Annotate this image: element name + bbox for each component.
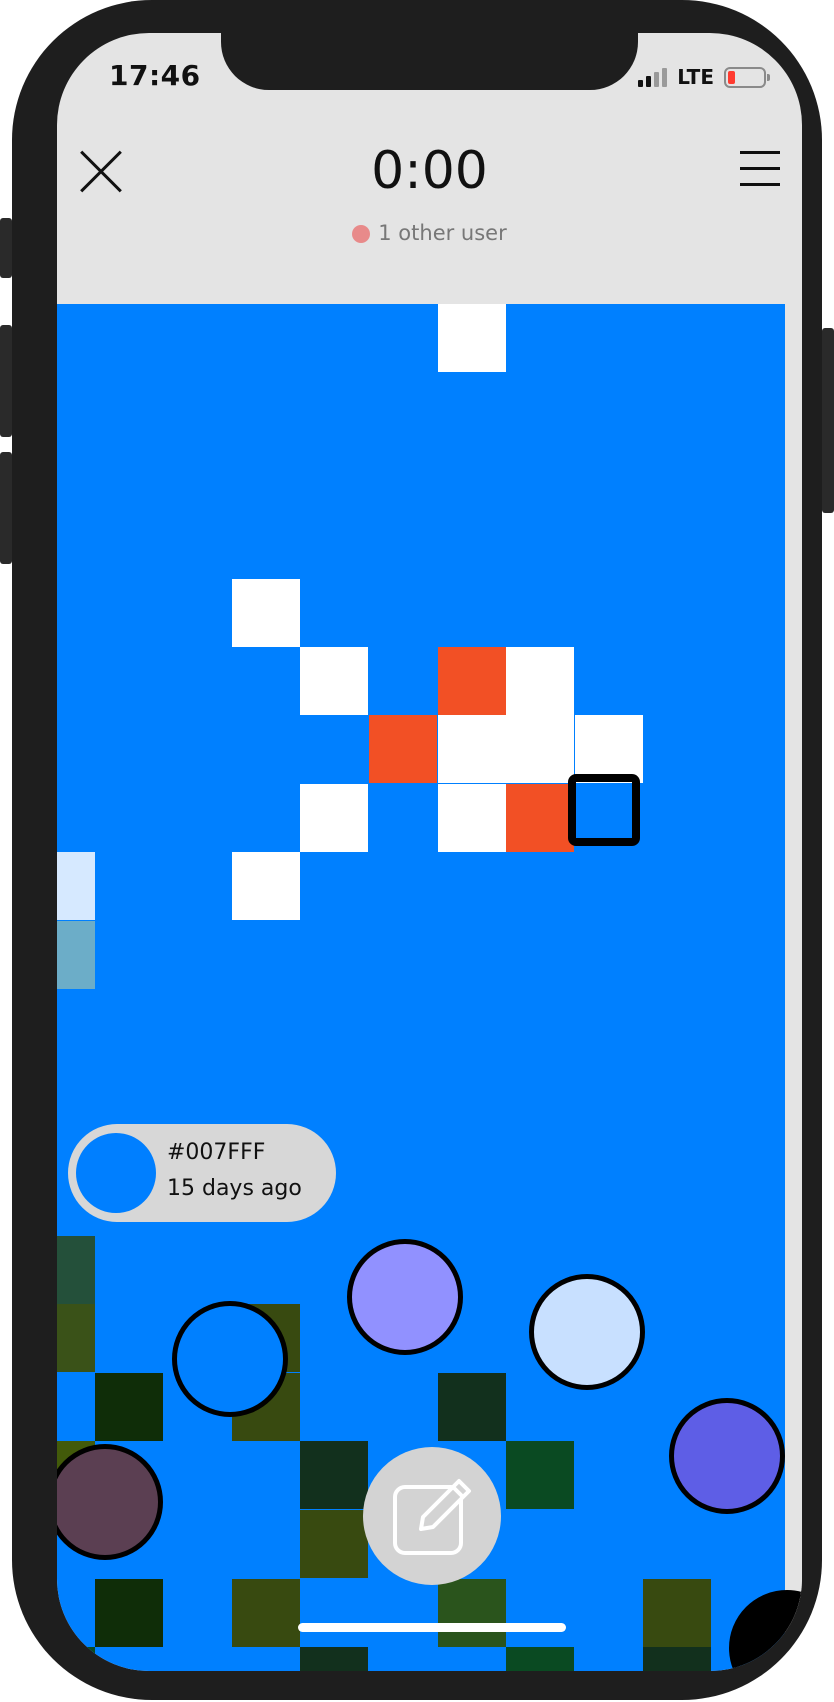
volume-down-button [0, 452, 12, 564]
pixel[interactable] [232, 1579, 300, 1647]
edit-pencil-icon [393, 1479, 471, 1555]
palette-color-lavender[interactable] [347, 1239, 463, 1355]
online-users-label: 1 other user [378, 221, 507, 245]
battery-icon [724, 66, 770, 88]
pixel[interactable] [57, 852, 95, 920]
pixel[interactable] [300, 647, 368, 715]
selection-cursor[interactable] [568, 774, 640, 846]
pixel[interactable] [57, 1236, 95, 1304]
pixel[interactable] [643, 1579, 711, 1647]
notch [221, 33, 638, 90]
pixel[interactable] [57, 1304, 95, 1372]
status-indicators: LTE [638, 65, 770, 89]
palette-color-indigo[interactable] [669, 1398, 785, 1514]
volume-up-button [0, 325, 12, 437]
hamburger-menu-icon[interactable] [740, 151, 780, 187]
pixel[interactable] [506, 715, 574, 783]
pixel[interactable] [300, 1510, 368, 1578]
pixel[interactable] [232, 579, 300, 647]
canvas-scroll-gutter [785, 304, 802, 1671]
pixel-timestamp: 15 days ago [167, 1176, 302, 1201]
pixel[interactable] [438, 304, 506, 372]
pixel-hex-value: #007FFF [167, 1140, 266, 1165]
screen: 17:46 LTE 0:00 1 other user #007FFF 15 d… [57, 33, 802, 1671]
pixel[interactable] [57, 1647, 95, 1671]
online-users-indicator: 1 other user [57, 221, 802, 245]
pixel[interactable] [438, 715, 506, 783]
pixel[interactable] [232, 852, 300, 920]
pixel[interactable] [300, 1441, 368, 1509]
network-type: LTE [677, 65, 714, 89]
pixel[interactable] [300, 1647, 368, 1671]
phone-frame: 17:46 LTE 0:00 1 other user #007FFF 15 d… [12, 0, 822, 1700]
pixel[interactable] [57, 921, 95, 989]
edit-button[interactable] [363, 1447, 501, 1585]
pixel[interactable] [643, 1647, 711, 1671]
pixel[interactable] [506, 647, 574, 715]
session-timer: 0:00 [371, 141, 488, 201]
pixel[interactable] [506, 1647, 574, 1671]
power-button [822, 328, 834, 513]
pixel[interactable] [438, 1373, 506, 1441]
home-indicator[interactable] [298, 1623, 566, 1632]
pixel[interactable] [438, 1579, 506, 1647]
palette-color-blue[interactable] [172, 1301, 288, 1417]
pixel[interactable] [438, 647, 506, 715]
pixel[interactable] [506, 1441, 574, 1509]
pixel[interactable] [438, 784, 506, 852]
pixel[interactable] [300, 784, 368, 852]
pixel-info-chip: #007FFF 15 days ago [68, 1124, 336, 1222]
pixel[interactable] [95, 1579, 163, 1647]
pixel[interactable] [575, 715, 643, 783]
pixel[interactable] [506, 784, 574, 852]
user-status-dot [352, 225, 371, 243]
pixel-color-swatch [76, 1133, 156, 1213]
palette-color-pale-blue[interactable] [529, 1274, 645, 1390]
pixel[interactable] [369, 715, 437, 783]
status-time: 17:46 [109, 59, 201, 92]
pixel[interactable] [95, 1373, 163, 1441]
silent-switch [0, 218, 12, 278]
signal-icon [638, 67, 668, 87]
